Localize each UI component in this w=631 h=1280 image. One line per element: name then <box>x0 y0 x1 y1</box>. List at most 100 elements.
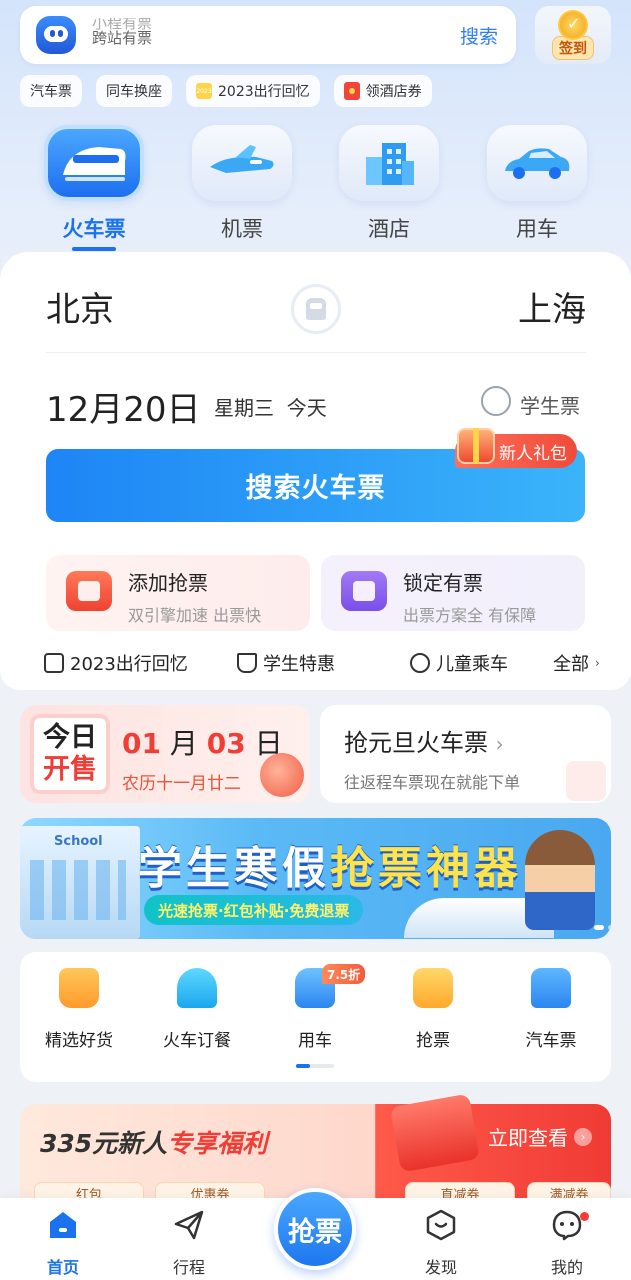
tab-me[interactable]: 我的 <box>532 1208 602 1278</box>
hotel-building-icon <box>339 125 439 201</box>
service-label: 用车 <box>298 1031 332 1051</box>
tab-label: 发现 <box>424 1258 457 1277</box>
banner-dot <box>608 925 611 930</box>
fan-decoration-icon <box>260 753 304 797</box>
signin-button[interactable]: 签到 <box>535 6 611 64</box>
divider <box>46 352 586 353</box>
tab-discover[interactable]: 发现 <box>406 1208 476 1278</box>
train-icon <box>44 125 144 201</box>
feature-title: 锁定有票 <box>403 571 483 595</box>
swap-cities-button[interactable] <box>291 284 341 334</box>
sale-day: 03 <box>206 727 246 760</box>
chip-bus-ticket[interactable]: 汽车票 <box>20 75 82 107</box>
chip-label: 同车换座 <box>106 84 162 100</box>
quick-label: 学生特惠 <box>263 654 335 675</box>
calendar-decoration-icon <box>566 761 606 801</box>
lock-ticket-card[interactable]: 锁定有票 出票方案全 有保障 <box>321 555 585 631</box>
quick-student-deals[interactable]: 学生特惠 <box>237 650 335 676</box>
gift-badge-label: 新人礼包 <box>499 443 567 464</box>
paper-plane-icon <box>174 1210 204 1240</box>
gift-icon <box>457 428 495 464</box>
category-train[interactable]: 火车票 <box>42 125 146 251</box>
service-bus-ticket[interactable]: 汽车票 <box>492 968 610 1051</box>
chip-seat-swap[interactable]: 同车换座 <box>96 75 172 107</box>
notification-dot <box>580 1212 589 1221</box>
feature-title: 添加抢票 <box>128 571 208 595</box>
food-cloche-icon <box>177 968 217 1008</box>
search-hint-bottom: 跨站有票 <box>92 29 153 47</box>
student-winter-banner[interactable]: 学生寒假抢票神器 光速抢票·红包补贴·免费退票 <box>20 818 611 939</box>
quick-child-travel[interactable]: 儿童乘车 <box>410 650 508 676</box>
sale-month: 01 <box>122 727 161 760</box>
new-year-title: 抢元旦火车票 › <box>344 723 504 758</box>
sale-date: 01 月 03 日 <box>122 722 283 762</box>
service-grab-ticket[interactable]: 抢票 <box>374 968 492 1051</box>
search-rotating-hint[interactable]: 小程有票 跨站有票 <box>92 18 460 52</box>
search-bar[interactable]: 小程有票 跨站有票 搜索 <box>20 6 516 64</box>
sale-month-unit: 月 <box>169 727 198 760</box>
banner-title: 学生寒假抢票神器 <box>138 832 522 896</box>
category-label: 机票 <box>221 217 263 241</box>
tab-label: 行程 <box>172 1258 205 1277</box>
banner-subtitle: 光速抢票·红包补贴·免费退票 <box>144 895 364 925</box>
discover-hexagon-icon <box>426 1209 456 1241</box>
service-label: 抢票 <box>416 1031 450 1051</box>
day-tag: 今天 <box>286 396 327 420</box>
plane-icon <box>192 125 292 201</box>
tab-itinerary[interactable]: 行程 <box>154 1208 224 1278</box>
chip-travel-memory[interactable]: 2023 2023出行回忆 <box>186 75 320 107</box>
view-now-button[interactable]: 立即查看 › <box>488 1122 592 1151</box>
quick-label: 2023出行回忆 <box>70 654 188 675</box>
today-line2: 开售 <box>43 754 97 785</box>
departure-city[interactable]: 北京 <box>46 282 114 331</box>
robot-assistant-icon[interactable] <box>36 16 76 54</box>
category-label: 火车票 <box>62 217 126 241</box>
student-ticket-label[interactable]: 学生票 <box>520 390 580 419</box>
category-flight[interactable]: 机票 <box>190 125 294 243</box>
bus-icon <box>531 968 571 1008</box>
date-weekday-info[interactable]: 星期三 今天 <box>214 392 327 421</box>
new-user-gift-badge[interactable]: 新人礼包 <box>455 428 577 468</box>
robot-eye-icon <box>50 30 55 37</box>
chip-hotel-coupon[interactable]: 领酒店券 <box>333 75 432 107</box>
newcomer-title: 335元新人专享福利 <box>40 1124 267 1160</box>
add-grab-ticket-card[interactable]: 添加抢票 双引擎加速 出票快 <box>46 555 310 631</box>
gift-box-icon <box>389 1093 481 1173</box>
swap-train-icon <box>306 298 326 320</box>
category-hotel[interactable]: 酒店 <box>337 125 441 243</box>
banner-dot-active <box>594 925 604 930</box>
active-indicator <box>72 247 116 251</box>
quick-all[interactable]: 全部 › <box>553 650 600 676</box>
grab-ticket-fab[interactable]: 抢票 <box>274 1188 356 1270</box>
category-car[interactable]: 用车 <box>485 125 589 243</box>
today-on-sale-card[interactable]: 今日 开售 01 月 03 日 农历十一月廿二 <box>20 705 310 803</box>
boy-character-image <box>525 830 595 930</box>
newcomer-title-a: 335元新人 <box>40 1129 168 1158</box>
search-button[interactable]: 搜索 <box>460 22 498 49</box>
school-building-image <box>20 826 140 939</box>
lightning-ticket-icon <box>66 571 112 611</box>
departure-date[interactable]: 12月20日 <box>46 382 201 431</box>
new-year-ticket-card[interactable]: 抢元旦火车票 › 往返程车票现在就能下单 <box>320 705 611 803</box>
graduation-cap-icon <box>237 653 257 673</box>
quick-travel-memory[interactable]: 2023出行回忆 <box>44 650 188 676</box>
quick-label: 儿童乘车 <box>436 654 508 675</box>
category-label: 酒店 <box>368 217 410 241</box>
chip-label: 领酒店券 <box>365 84 422 100</box>
lightning-ticket-icon <box>413 968 453 1008</box>
tab-label: 我的 <box>550 1258 583 1277</box>
service-train-meal[interactable]: 火车订餐 <box>138 968 256 1051</box>
new-year-subtitle: 往返程车票现在就能下单 <box>344 773 521 792</box>
tab-home[interactable]: 首页 <box>28 1208 98 1278</box>
category-label: 用车 <box>516 217 558 241</box>
home-icon <box>50 1212 76 1238</box>
service-selected-goods[interactable]: 精选好货 <box>20 968 138 1051</box>
arrival-city[interactable]: 上海 <box>518 282 586 331</box>
lunar-date: 农历十一月廿二 <box>122 774 241 794</box>
shopping-bag-icon <box>59 968 99 1008</box>
student-ticket-radio[interactable] <box>481 386 511 416</box>
lock-ticket-icon <box>341 571 387 611</box>
banner-pagination <box>594 925 611 930</box>
service-label: 火车订餐 <box>163 1031 231 1051</box>
chevron-right-icon: › <box>495 732 504 756</box>
